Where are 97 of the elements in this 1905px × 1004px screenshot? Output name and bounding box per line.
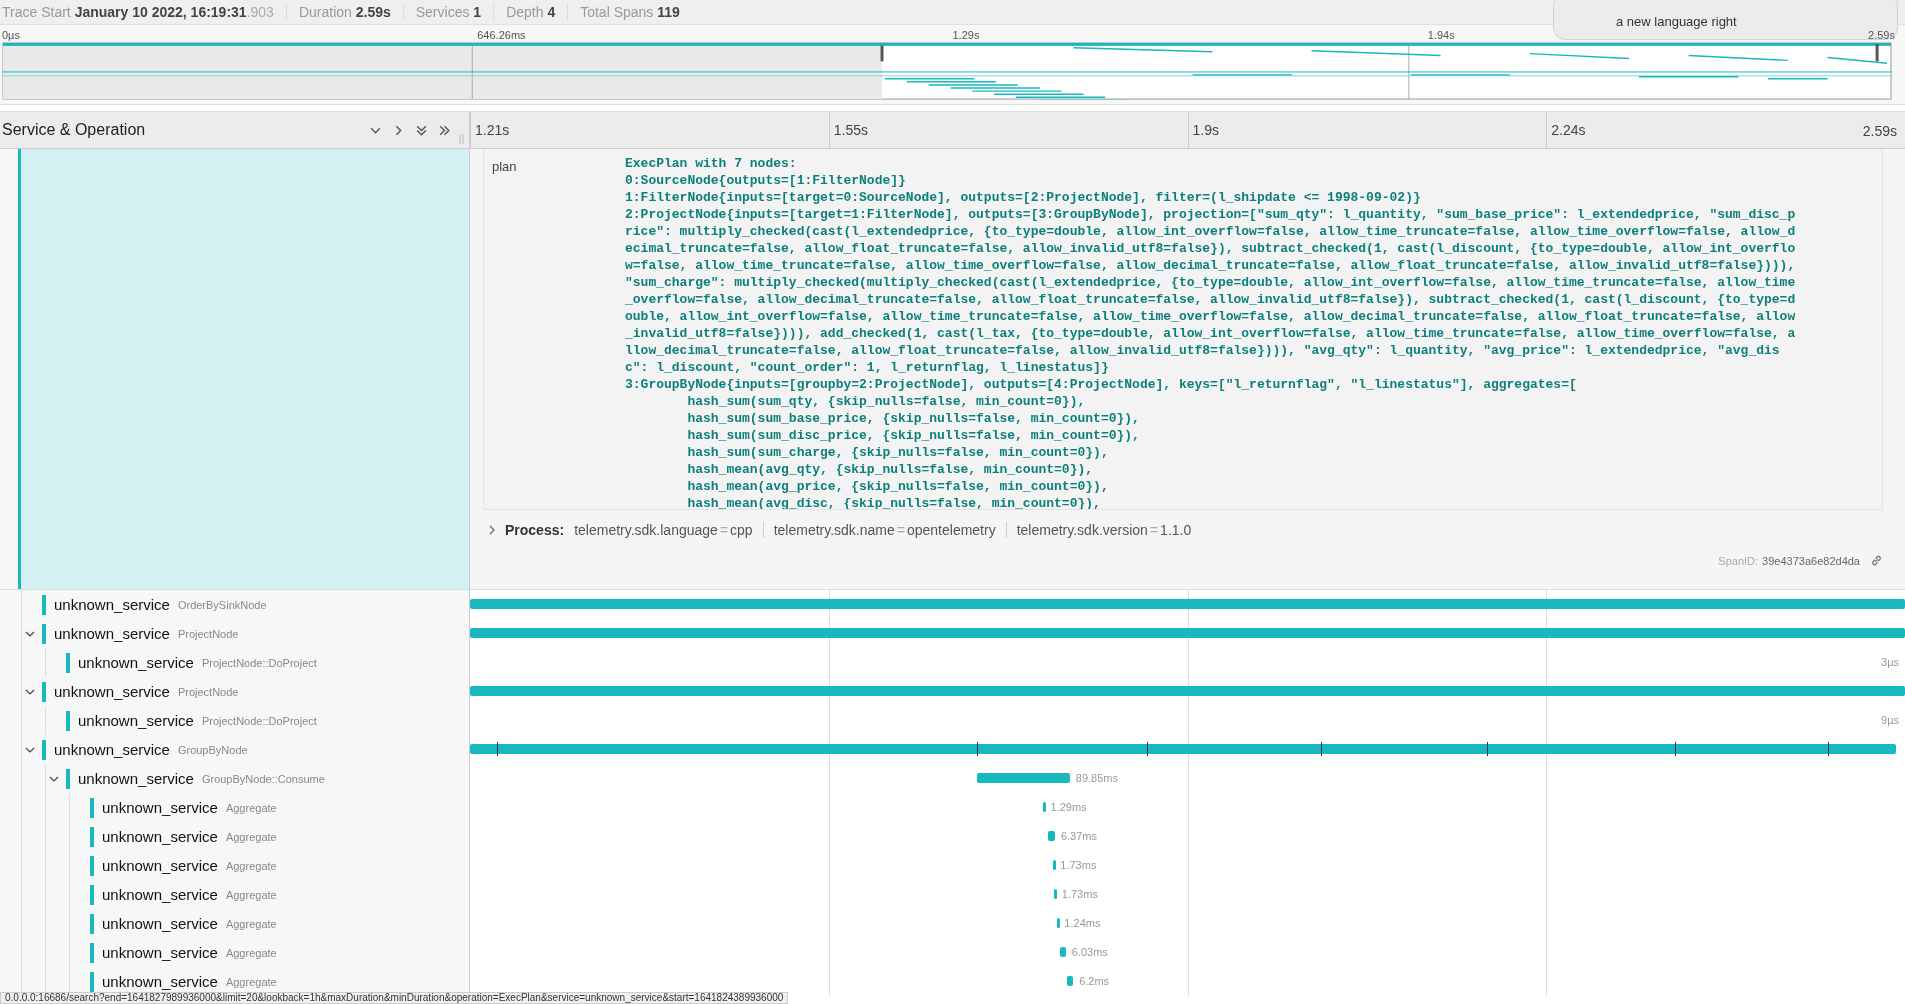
service-color-bar [90, 855, 94, 876]
service-color-bar [90, 942, 94, 963]
time-tick-label: 646.26ms [477, 29, 526, 41]
service-name[interactable]: unknown_service [54, 741, 170, 758]
minimap-drawing[interactable] [2, 42, 1892, 100]
operation-name: Aggregate [225, 801, 277, 814]
service-name[interactable]: unknown_service [78, 654, 194, 671]
operation-name: ProjectNode [177, 627, 239, 640]
service-color-bar [42, 739, 46, 760]
service-name[interactable]: unknown_service [78, 770, 194, 787]
service-name[interactable]: unknown_service [102, 973, 218, 990]
service-name[interactable]: unknown_service [102, 915, 218, 932]
link-icon[interactable] [1870, 554, 1883, 567]
operation-name: Aggregate [225, 917, 277, 930]
span-duration-bar[interactable] [1056, 918, 1060, 928]
resize-handle-icon[interactable] [459, 134, 465, 144]
duration-label: 9µs [1881, 714, 1899, 726]
service-name[interactable]: unknown_service [78, 712, 194, 729]
process-tag: telemetry.sdk.version=1.1.0 [1005, 522, 1202, 538]
service-name[interactable]: unknown_service [102, 886, 218, 903]
service-color-bar [42, 594, 46, 615]
span-duration-bar[interactable] [1052, 860, 1056, 870]
time-tick-label: 2.59s [1862, 123, 1897, 139]
span-duration-bar[interactable] [1042, 802, 1046, 812]
log-tick [1487, 742, 1489, 756]
service-color-bar [90, 971, 94, 992]
service-color-bar [42, 681, 46, 702]
service-name[interactable]: unknown_service [102, 944, 218, 961]
trace-info: Services 1 [413, 4, 495, 20]
service-name[interactable]: unknown_service [102, 799, 218, 816]
process-label[interactable]: Process: [505, 522, 565, 538]
duration-label: 1.73ms [1061, 888, 1098, 900]
time-tick-label: 1.55s [833, 122, 868, 138]
trace-info: Total Spans 119 [579, 4, 681, 20]
service-color-bar [90, 797, 94, 818]
log-tick [1827, 742, 1829, 756]
service-color-bar [90, 884, 94, 905]
operation-name: Aggregate [225, 975, 277, 988]
service-name[interactable]: unknown_service [102, 857, 218, 874]
service-name[interactable]: unknown_service [102, 828, 218, 845]
time-tick-label: 1.94s [1427, 29, 1455, 41]
log-tick [1675, 742, 1677, 756]
double-chevron-right-icon[interactable] [438, 123, 451, 137]
operation-name: ProjectNode::DoProject [201, 656, 317, 669]
span-id-value: 39e4373a6e82d4da [1762, 554, 1860, 567]
operation-name: GroupByNode::Consume [201, 772, 325, 785]
double-chevron-down-icon[interactable] [415, 123, 428, 137]
service-color-bar [90, 913, 94, 934]
service-color-bar [90, 826, 94, 847]
time-tick-label: 1.9s [1192, 122, 1219, 138]
duration-label: 6.03ms [1071, 946, 1108, 958]
duration-label: 1.73ms [1060, 859, 1097, 871]
operation-name: ProjectNode::DoProject [201, 714, 317, 727]
operation-name: GroupByNode [177, 743, 248, 756]
log-tick [1320, 742, 1322, 756]
span-id-label: SpanID: [1718, 554, 1759, 567]
duration-label: 6.37ms [1060, 830, 1097, 842]
service-color-bar [66, 710, 70, 731]
duration-label: 3µs [1881, 656, 1899, 668]
duration-label: 6.2ms [1079, 975, 1110, 987]
service-name[interactable]: unknown_service [54, 683, 170, 700]
log-tick [1147, 742, 1149, 756]
duration-label: 89.85ms [1075, 772, 1119, 784]
chevron-right-icon[interactable] [487, 525, 497, 535]
time-tick-label: 2.59s [1868, 29, 1895, 41]
log-tick [976, 742, 978, 756]
process-tag: telemetry.sdk.name=opentelemetry [762, 522, 1006, 538]
service-color-bar [66, 768, 70, 789]
service-name[interactable]: unknown_service [54, 596, 170, 613]
operation-name: OrderBySinkNode [177, 598, 267, 611]
column-title: Service & Operation [2, 121, 147, 139]
operation-name: Aggregate [225, 830, 277, 843]
tag-value: ExecPlan with 7 nodes: 0:SourceNode{outputs=[1:FilterNode]} 1:FilterNode{inputs=[target=0:SourceNode], outputs=[2:ProjectNode], filter=(l_shipdate <= 1998-09-02)} 2:ProjectNode{inputs=[target=1:FilterNode], outputs=[3:GroupByNode], projection=["sum_qty": l_quantity, "sum_base_price": l_extendedprice, "sum_disc_p rice": multiply_checked(cast(l_extendedprice, {to_type=double, allow_int_overflow=false, allow_time_truncate=false, allow_time_overflow=false, allow_d ecimal_truncate=false, allow_float_truncate=false, allow_invalid_utf8=false}), subtract_checked(1, cast(l_discount, {to_type=double, allow_int_overflo w=false, allow_time_truncate=false, allow_time_overflow=false, allow_decimal_truncate=false, allow_float_truncate=false, allow_invalid_utf8=false}))), "sum_charge": multiply_checked(multiply_checked(cast(l_extendedprice, {to_type=double, allow_int_overflow=false, allow_time_truncate=false, allow_time _overflow=false, allow_decimal_truncate=false, allow_float_truncate=false, allow_invalid_utf8=false}), subtract_checked(1, cast(l_discount, {to_type=d ouble, allow_int_overflow=false, allow_time_truncate=false, allow_time_overflow=false, allow_decimal_truncate=false, allow_float_truncate=false, allow _invalid_utf8=false}))), add_checked(1, cast(l_tax, {to_type=double, allow_int_overflow=false, allow_time_truncate=false, allow_time_overflow=false, a llow_decimal_truncate=false, allow_float_truncate=false, allow_invalid_utf8=false}))), "avg_qty": l_quantity, "avg_price": l_extendedprice, "avg_dis c": l_discount, "count_order": 1, l_returnflag, l_linestatus]} 3:GroupByNode{inputs=[groupby=2:ProjectNode], outputs=[4:ProjectNode], keys=["l_returnflag", "l_linestatus"], aggregates=[ hash_sum(sum_qty, {skip_nulls=false, min_count=0}), hash_sum(sum_base_price, {skip_nulls=false, min_count=0}), hash_sum(sum_disc_price, {skip_nulls=false, min_count=0}), hash_sum(sum_charge, {skip_nulls=false, min_count=0}), hash_mean(avg_qty, {skip_nulls=false, min_count=0}), hash_mean(avg_price, {skip_nulls=false, min_count=0}), hash_mean(avg_disc, {skip_nulls=false, min_count=0}), [625, 155, 1796, 509]
span-duration-bar[interactable] [1066, 976, 1074, 986]
duration-label: 1.29ms [1050, 801, 1087, 813]
time-tick-label: 1.29s [952, 29, 980, 41]
operation-name: Aggregate [225, 946, 277, 959]
operation-name: Aggregate [225, 859, 277, 872]
duration-label: 1.24ms [1064, 917, 1101, 929]
trace-info: Duration 2.59s [296, 4, 404, 20]
status-bar-url: 0.0.0.0:16686/search?end=1641827989936000&limit=20&lookback=1h&maxDuration&minDuration&operation=ExecPlan&service=unknown_service&start=1641824389936000 [0, 992, 789, 1004]
log-tick [497, 742, 499, 756]
span-duration-bar[interactable] [1048, 831, 1055, 841]
service-color-bar [42, 623, 46, 644]
time-tick-label: 1.21s [475, 122, 510, 138]
time-tick-label: 0µs [2, 29, 20, 41]
span-duration-bar[interactable] [1054, 889, 1058, 899]
span-duration-bar[interactable] [1059, 947, 1066, 957]
trace-info: Trace Start January 10 2022, 16:19:31.903 [0, 4, 287, 20]
service-name[interactable]: unknown_service [54, 625, 170, 642]
process-tag: telemetry.sdk.language=cpp [574, 522, 763, 538]
time-tick-label: 2.24s [1551, 122, 1586, 138]
service-color-bar [66, 652, 70, 673]
operation-name: ProjectNode [177, 685, 239, 698]
operation-name: Aggregate [225, 888, 277, 901]
tag-key: plan [484, 155, 625, 509]
trace-info: Depth 4 [504, 4, 569, 20]
